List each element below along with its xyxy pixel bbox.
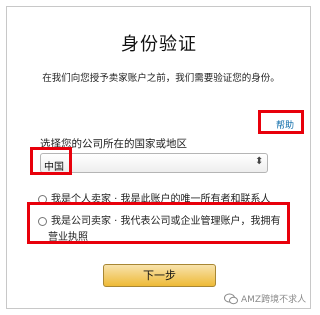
help-link[interactable]: 帮助: [276, 118, 294, 131]
page-subtitle: 在我们向您授予卖家账户之前，我们需要验证您的身份。: [42, 73, 280, 84]
country-highlight-box: [30, 147, 72, 175]
page-title: 身份验证: [121, 34, 197, 55]
select-arrow-icon: ⬍: [255, 156, 264, 167]
next-button[interactable]: 下一步: [103, 264, 216, 287]
country-select[interactable]: [40, 153, 268, 173]
wechat-logo-icon: [224, 293, 238, 304]
watermark-text: AMZ跨境不求人: [241, 295, 307, 305]
business-highlight-box: [27, 202, 290, 244]
watermark: AMZ跨境不求人: [224, 292, 306, 305]
